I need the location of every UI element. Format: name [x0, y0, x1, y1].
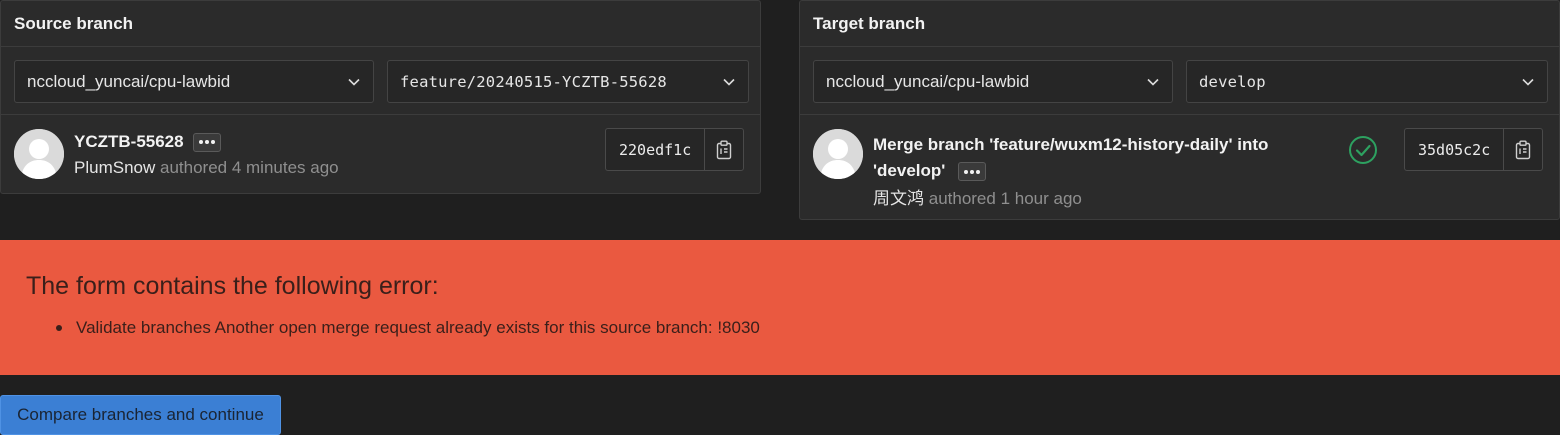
target-commit: Merge branch 'feature/wuxm12-history-dai…: [800, 115, 1559, 221]
target-commit-sha[interactable]: 35d05c2c: [1405, 129, 1505, 170]
target-branch-dropdown[interactable]: develop: [1186, 60, 1548, 103]
default-avatar-icon: [14, 129, 64, 179]
merge-request-new-page: Source branch nccloud_yuncai/cpu-lawbid …: [0, 0, 1560, 435]
form-error-alert: The form contains the following error: V…: [0, 240, 1560, 375]
source-sha-group: 220edf1c: [605, 128, 745, 171]
copy-icon[interactable]: [705, 129, 743, 170]
target-commit-author[interactable]: 周文鸿: [873, 189, 924, 208]
chevron-down-icon: [1146, 75, 1160, 89]
source-project-value: nccloud_yuncai/cpu-lawbid: [27, 71, 231, 91]
check-circle-icon[interactable]: [1348, 135, 1378, 165]
target-selectors: nccloud_yuncai/cpu-lawbid develop: [800, 47, 1559, 115]
source-branch-value: feature/20240515-YCZTB-55628: [400, 72, 667, 91]
target-commit-title-line1[interactable]: Merge branch 'feature/wuxm12-history-dai…: [873, 135, 1268, 154]
source-branch-panel: Source branch nccloud_yuncai/cpu-lawbid …: [0, 0, 761, 194]
target-branch-header: Target branch: [800, 1, 1559, 47]
chevron-down-icon: [347, 75, 361, 89]
target-commit-time: authored 1 hour ago: [928, 189, 1082, 208]
target-project-dropdown[interactable]: nccloud_yuncai/cpu-lawbid: [813, 60, 1173, 103]
target-project-value: nccloud_yuncai/cpu-lawbid: [826, 71, 1030, 91]
default-avatar-icon: [813, 129, 863, 179]
target-commit-title-line2[interactable]: 'develop': [873, 161, 945, 180]
ellipsis-icon[interactable]: [192, 132, 221, 152]
error-item: Validate branches Another open merge req…: [56, 318, 760, 338]
target-sha-group: 35d05c2c: [1404, 128, 1544, 171]
source-commit-title-text[interactable]: YCZTB-55628: [74, 132, 184, 152]
source-branch-header: Source branch: [1, 1, 760, 47]
chevron-down-icon: [1521, 75, 1535, 89]
target-commit-meta: 周文鸿 authored 1 hour ago: [873, 184, 1082, 209]
compare-branches-button[interactable]: Compare branches and continue: [0, 395, 281, 435]
source-commit-sha[interactable]: 220edf1c: [606, 129, 706, 170]
target-branch-panel: Target branch nccloud_yuncai/cpu-lawbid …: [799, 0, 1560, 220]
error-list: Validate branches Another open merge req…: [56, 318, 760, 338]
copy-icon[interactable]: [1504, 129, 1542, 170]
target-commit-title: Merge branch 'feature/wuxm12-history-dai…: [873, 132, 1313, 184]
source-project-dropdown[interactable]: nccloud_yuncai/cpu-lawbid: [14, 60, 374, 103]
chevron-down-icon: [722, 75, 736, 89]
ellipsis-icon[interactable]: [958, 162, 987, 182]
source-commit-author[interactable]: PlumSnow: [74, 158, 155, 177]
target-branch-value: develop: [1199, 72, 1266, 91]
source-commit-title: YCZTB-55628: [74, 132, 221, 152]
source-commit-time: authored 4 minutes ago: [160, 158, 339, 177]
source-selectors: nccloud_yuncai/cpu-lawbid feature/202405…: [1, 47, 760, 115]
source-branch-dropdown[interactable]: feature/20240515-YCZTB-55628: [387, 60, 749, 103]
error-title: The form contains the following error:: [26, 272, 439, 300]
source-commit: YCZTB-55628 PlumSnow authored 4 minutes …: [1, 115, 760, 195]
source-commit-meta: PlumSnow authored 4 minutes ago: [74, 158, 339, 178]
